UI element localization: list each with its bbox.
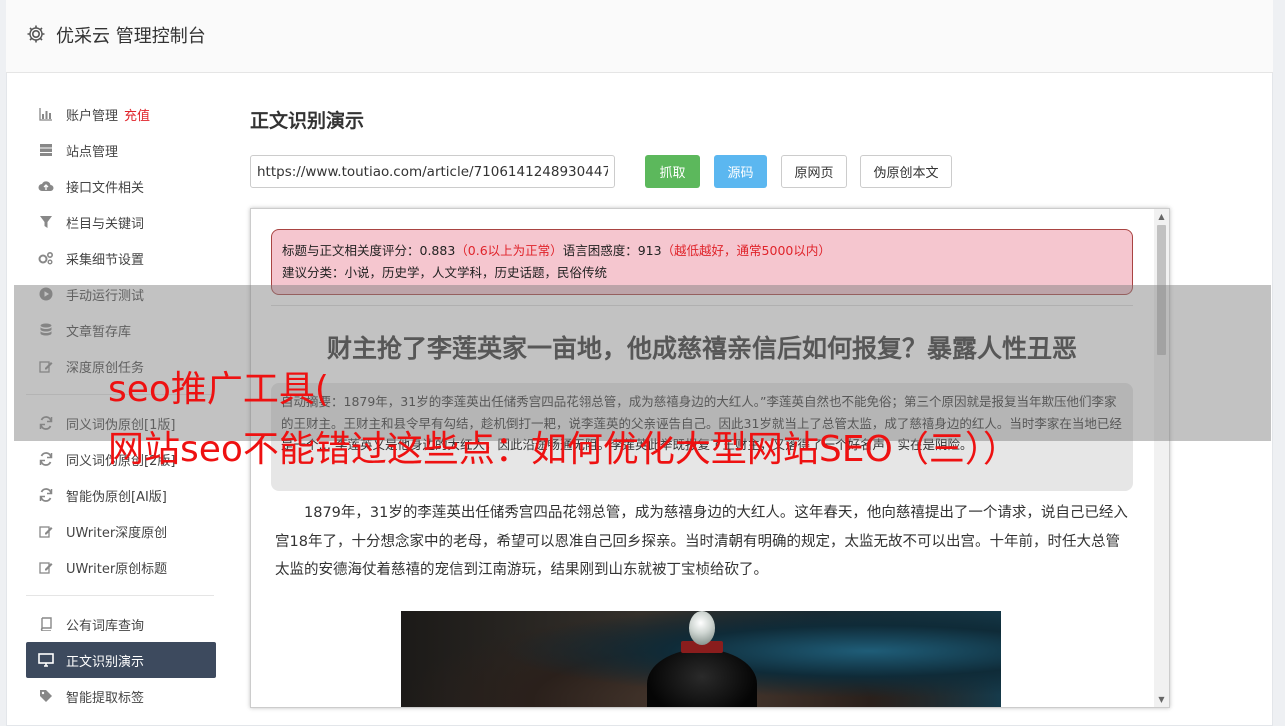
alert-line-1: 标题与正文相关度评分：0.883（0.6以上为正常）语言困惑度：913（越低越好… xyxy=(282,240,1122,262)
sidebar-item-ai-rewrite[interactable]: 智能伪原创[AI版] xyxy=(26,477,216,513)
relevance-score: 标题与正文相关度评分：0.883 xyxy=(282,243,456,258)
sidebar-item-account[interactable]: 账户管理 充值 xyxy=(26,96,216,132)
bar-chart-icon xyxy=(38,106,54,122)
sidebar-item-keywords[interactable]: 栏目与关键词 xyxy=(26,204,216,240)
sidebar-item-label: 智能伪原创[AI版] xyxy=(66,489,167,505)
sidebar-item-label: 智能提取标签 xyxy=(66,690,145,706)
scroll-down-arrow-icon[interactable]: ▼ xyxy=(1154,692,1169,707)
original-page-button[interactable]: 原网页 xyxy=(781,155,847,188)
book-icon xyxy=(38,616,54,632)
fetch-button[interactable]: 抓取 xyxy=(645,155,700,188)
sidebar-item-label: 账户管理 xyxy=(66,108,119,124)
sidebar-item-label: 公有词库查询 xyxy=(66,618,145,634)
sidebar-item-label: UWriter深度原创 xyxy=(66,525,168,541)
scroll-up-arrow-icon[interactable]: ▲ xyxy=(1154,209,1169,224)
desktop-icon xyxy=(38,652,54,668)
recharge-link[interactable]: 充值 xyxy=(124,105,150,124)
tag-icon xyxy=(38,688,54,704)
edit-icon xyxy=(38,559,54,575)
article-paragraph: 1879年，31岁的李莲英出任储秀宫四品花翎总管，成为慈禧身边的大红人。这年春天… xyxy=(275,505,1128,578)
url-input[interactable] xyxy=(250,155,615,188)
sidebar-divider xyxy=(26,595,214,596)
sidebar-item-collect-settings[interactable]: 采集细节设置 xyxy=(26,240,216,276)
sidebar-item-interface[interactable]: 接口文件相关 xyxy=(26,168,216,204)
filter-icon xyxy=(38,214,54,230)
preview-scrollbar[interactable]: ▲ ▼ xyxy=(1154,209,1169,707)
hat-jewel xyxy=(689,611,715,645)
sidebar-item-label: UWriter原创标题 xyxy=(66,561,168,577)
edit-icon xyxy=(38,523,54,539)
pseudo-original-button[interactable]: 伪原创本文 xyxy=(860,155,952,188)
server-icon xyxy=(38,142,54,158)
article-image xyxy=(401,611,1001,707)
watermark-band xyxy=(14,285,1271,441)
perplexity-hint: （越低越好，通常5000以内） xyxy=(661,243,831,258)
sidebar-item-label: 接口文件相关 xyxy=(66,180,145,196)
sidebar-item-sites[interactable]: 站点管理 xyxy=(26,132,216,168)
sidebar-item-label: 正文识别演示 xyxy=(66,654,145,670)
cogs-icon xyxy=(38,250,54,266)
relevance-hint: （0.6以上为正常） xyxy=(455,243,563,258)
header-bar: 优采云 管理控制台 xyxy=(6,0,1273,73)
watermark-line-2: 网站seo不能错过这些点：如何优化大型网站SEO（三）） xyxy=(108,429,1019,470)
refresh-icon xyxy=(38,487,54,503)
sidebar-item-extract-tags[interactable]: 智能提取标签 xyxy=(26,678,216,714)
app-title: 优采云 管理控制台 xyxy=(56,26,206,47)
sidebar-item-uwriter-title[interactable]: UWriter原创标题 xyxy=(26,549,216,585)
sidebar-item-text-recognition[interactable]: 正文识别演示 xyxy=(26,642,216,678)
gear-icon xyxy=(26,24,46,44)
sidebar-item-public-lexicon[interactable]: 公有词库查询 xyxy=(26,606,216,642)
sidebar-item-uwriter-deep[interactable]: UWriter深度原创 xyxy=(26,513,216,549)
hat-shape xyxy=(647,649,757,707)
sidebar-item-label: 采集细节设置 xyxy=(66,252,145,268)
sidebar-item-label: 站点管理 xyxy=(66,144,119,160)
category-suggestion: 建议分类：小说，历史学，人文学科，历史话题，民俗传统 xyxy=(282,265,608,280)
watermark-line-1: seo推广工具( xyxy=(108,369,329,410)
perplexity-score: 语言困惑度：913 xyxy=(562,243,662,258)
page-title: 正文识别演示 xyxy=(250,110,365,132)
source-button[interactable]: 源码 xyxy=(714,155,767,188)
sidebar-item-label: 栏目与关键词 xyxy=(66,216,145,232)
cloud-upload-icon xyxy=(38,178,54,194)
refresh-icon xyxy=(38,451,54,467)
